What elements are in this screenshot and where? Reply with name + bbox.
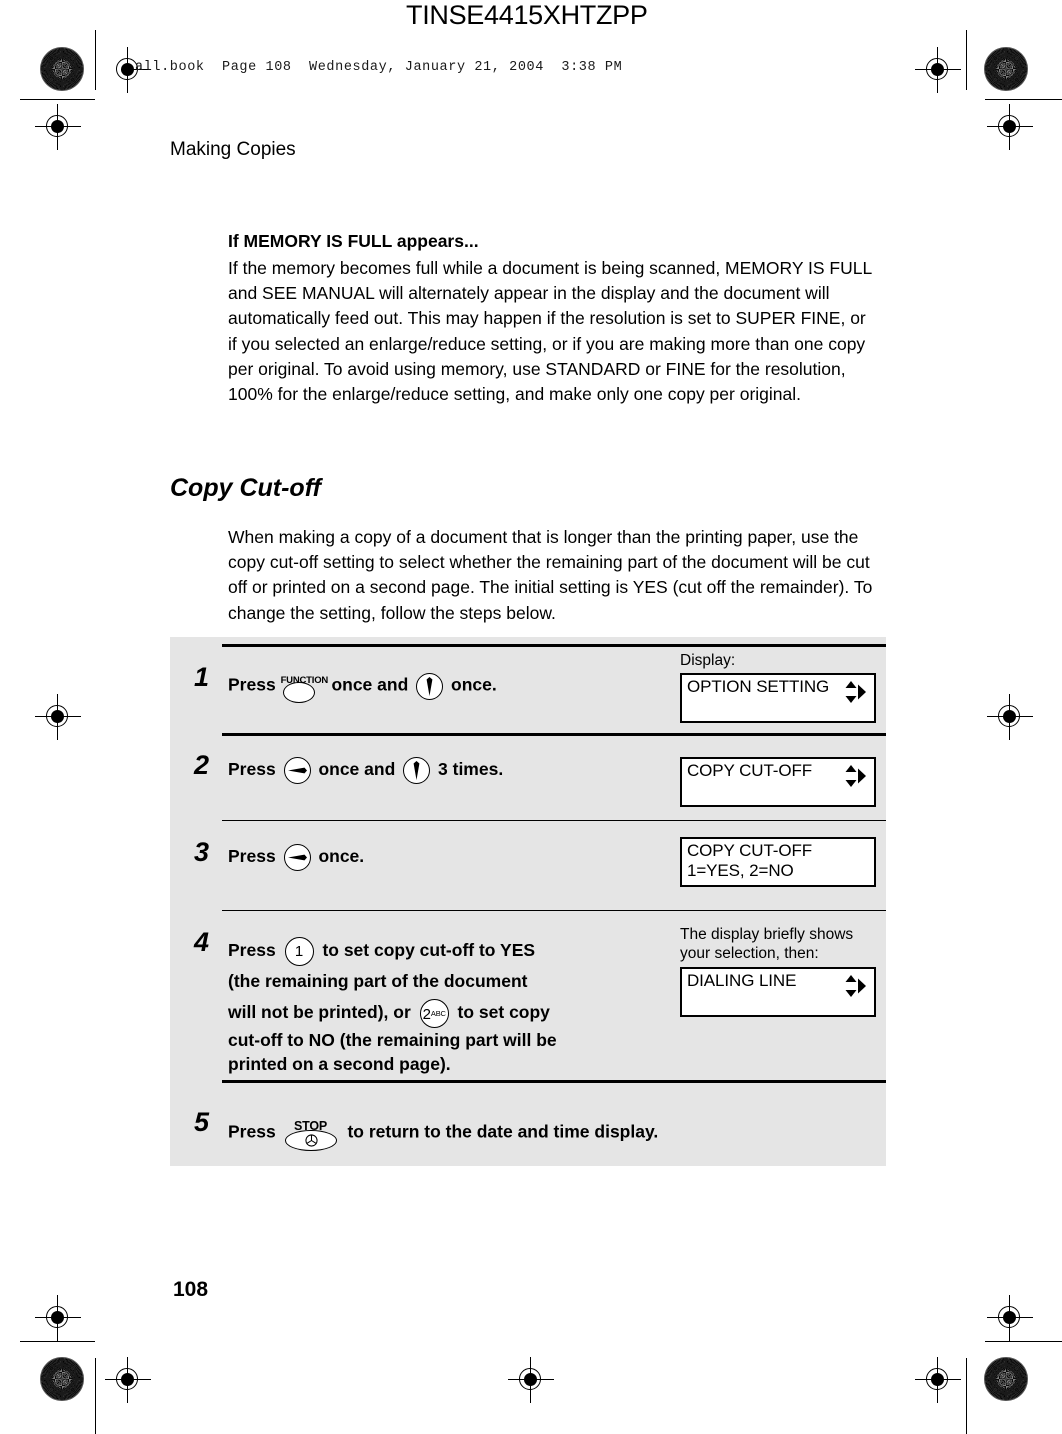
step4-line2: (the remaining part of the document [228, 971, 528, 991]
document-code: TINSE4415XHTZPP [406, 0, 648, 30]
lcd-step1-line1: OPTION SETTING [687, 677, 830, 696]
right-arrow-key-icon[interactable] [283, 757, 311, 784]
step-instruction-4: Press 1 to set copy cut-off to YES (the … [228, 935, 648, 1076]
stop-key-icon[interactable]: STOP [284, 1115, 339, 1151]
memory-full-body: If the memory becomes full while a docum… [228, 258, 872, 405]
running-head: Making Copies [170, 139, 296, 160]
panel-rule-step2-step3 [222, 820, 886, 821]
step4-line4: cut-off to NO (the remaining part will b… [228, 1030, 557, 1050]
step4-text-b: to set copy cut-off to YES [322, 940, 536, 960]
lcd-scroll-arrows-icon [844, 975, 868, 997]
section-title: Copy Cut-off [170, 474, 321, 502]
registration-target-bottom-left [105, 1357, 151, 1403]
keypad-key-2-label: 2ABC [422, 1005, 446, 1023]
step-number-1: 1 [194, 662, 210, 692]
color-registration-starburst-top-left [40, 47, 84, 91]
lcd-scroll-arrows-icon [844, 681, 868, 703]
step-instruction-3: Press once. [228, 844, 364, 871]
registration-target-top-right [915, 47, 961, 93]
step2-text-c: 3 times. [438, 759, 504, 780]
stop-symbol-icon [304, 1134, 318, 1147]
step2-text-a: Press [228, 759, 276, 780]
down-arrow-key-icon[interactable] [403, 757, 431, 784]
crop-line-right-upper-horizontal [985, 99, 1062, 101]
registration-target-left-lower [35, 1295, 81, 1341]
down-arrow-key-icon[interactable] [416, 672, 444, 700]
lcd-step3-line1: COPY CUT-OFF [687, 841, 813, 860]
book-source-line: all.book Page 108 Wednesday, January 21,… [135, 60, 623, 75]
registration-target-left-middle [35, 694, 81, 740]
step-number-3: 3 [194, 837, 210, 867]
step4-line3-a: will not be printed), or [228, 1002, 411, 1022]
registration-target-left-upper [35, 104, 81, 150]
step2-text-b: once and [318, 759, 396, 780]
lcd-display-step-4: DIALING LINE [680, 967, 876, 1017]
step4-line5: printed on a second page). [228, 1054, 451, 1074]
step4-display-note: The display briefly shows your selection… [680, 926, 854, 962]
step-instruction-2: Press once and 3 times. [228, 757, 503, 784]
lcd-display-step-2: COPY CUT-OFF [680, 757, 876, 807]
crop-line-left-upper-horizontal [20, 99, 95, 101]
step1-text-b: once and [331, 674, 409, 695]
display-label: Display: [680, 652, 736, 669]
panel-rule-top [222, 644, 886, 647]
color-registration-starburst-bottom-right [984, 1357, 1028, 1401]
step-number-2: 2 [194, 750, 210, 780]
crop-line-left-lower-horizontal [20, 1341, 95, 1343]
panel-rule-step1-step2 [222, 733, 886, 736]
lcd-step2-line1: COPY CUT-OFF [687, 761, 813, 780]
crop-line-top-left-vertical [95, 30, 97, 90]
step1-text-a: Press [228, 674, 276, 695]
step4-text-a: Press [228, 940, 276, 960]
crop-line-right-lower-horizontal [985, 1341, 1062, 1343]
step-instruction-5: Press STOP to return to the date and tim… [228, 1115, 658, 1151]
registration-target-bottom-center [508, 1357, 554, 1403]
step5-text-a: Press [228, 1121, 276, 1142]
step4-line3-b: to set copy [457, 1002, 550, 1022]
step-number-4: 4 [194, 927, 210, 957]
lcd-scroll-arrows-icon [844, 765, 868, 787]
step5-text-b: to return to the date and time display. [347, 1121, 659, 1142]
lcd-display-step-1: OPTION SETTING [680, 673, 876, 723]
step1-text-c: once. [451, 674, 497, 695]
registration-target-right-lower [987, 1295, 1033, 1341]
panel-rule-step3-step4 [222, 910, 886, 911]
panel-rule-step4-step5 [222, 1080, 886, 1083]
keypad-key-2-icon[interactable]: 2ABC [419, 998, 449, 1028]
lcd-step3-line2: 1=YES, 2=NO [687, 861, 794, 880]
registration-target-bottom-right [915, 1357, 961, 1403]
step-instruction-1: Press FUNCTION once and once. [228, 669, 497, 703]
keypad-key-1-label: 1 [294, 942, 304, 960]
function-key-icon[interactable]: FUNCTION [281, 669, 328, 703]
memory-full-heading: If MEMORY IS FULL appears... [228, 231, 479, 251]
procedure-panel: 1 Press FUNCTION once and once. Display:… [170, 637, 886, 1166]
step3-text-a: Press [228, 846, 276, 867]
step3-text-c: once. [318, 846, 365, 867]
page-number: 108 [173, 1278, 209, 1301]
right-arrow-key-icon[interactable] [283, 844, 311, 871]
section-intro: When making a copy of a document that is… [228, 527, 873, 623]
lcd-display-step-3: COPY CUT-OFF 1=YES, 2=NO [680, 837, 876, 887]
crop-line-bottom-left-vertical [95, 1358, 97, 1434]
lcd-step4-line1: DIALING LINE [687, 971, 797, 990]
color-registration-starburst-bottom-left [40, 1357, 84, 1401]
crop-line-bottom-right-vertical [966, 1358, 968, 1434]
crop-line-top-right-vertical [966, 30, 968, 90]
registration-target-right-upper [987, 104, 1033, 150]
registration-target-right-middle [987, 694, 1033, 740]
step-number-5: 5 [194, 1107, 210, 1137]
color-registration-starburst-top-right [984, 47, 1028, 91]
keypad-key-1-icon[interactable]: 1 [284, 936, 314, 966]
